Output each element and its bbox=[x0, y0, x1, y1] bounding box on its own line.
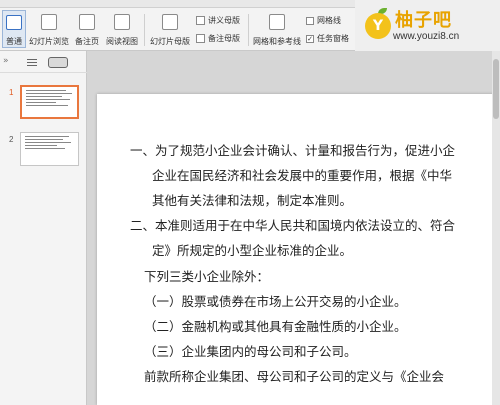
handout-master-button[interactable]: 讲义母版 bbox=[196, 14, 240, 27]
slide-sorter-icon bbox=[41, 14, 57, 30]
slide-master-button[interactable]: 幻灯片母版 bbox=[148, 10, 192, 48]
collapse-panel-icon[interactable]: » bbox=[3, 56, 9, 66]
panel-tabs: » bbox=[0, 51, 87, 73]
slide-canvas[interactable]: 一、为了规范小企业会计确认、计量和报告行为，促进小企 企业在国民经济和社会发展中… bbox=[97, 94, 500, 405]
slide-text-line[interactable]: 定》所规定的小型企业标准的企业。 bbox=[152, 240, 352, 259]
grid-guides-button[interactable]: 网格和参考线 bbox=[252, 10, 302, 48]
normal-view-label: 普通 bbox=[6, 37, 22, 46]
notes-page-button[interactable]: 备注页 bbox=[72, 10, 102, 48]
ribbon-divider bbox=[144, 14, 145, 46]
slide-text-line[interactable]: 前款所称企业集团、母公司和子公司的定义与《企业会 bbox=[144, 366, 444, 385]
grid-guides-icon bbox=[269, 14, 285, 30]
notes-master-icon bbox=[196, 34, 205, 43]
slide-thumbnail-panel: » 1 2 bbox=[0, 51, 87, 405]
reading-view-icon bbox=[114, 14, 130, 30]
gridlines-checkbox[interactable]: 网格线 bbox=[306, 14, 341, 27]
slide-text-line[interactable]: 其他有关法律和法规，制定本准则。 bbox=[152, 190, 352, 209]
brand-logo: Y bbox=[365, 13, 391, 39]
slide-text-line[interactable]: 企业在国民经济和社会发展中的重要作用，根据《中华 bbox=[152, 165, 452, 184]
handout-master-icon bbox=[196, 16, 205, 25]
gridlines-check-icon bbox=[306, 16, 314, 25]
slide-master-label: 幻灯片母版 bbox=[150, 37, 190, 46]
slide-thumbnail-2[interactable] bbox=[20, 132, 79, 166]
notes-page-icon bbox=[79, 14, 95, 30]
notes-page-label: 备注页 bbox=[75, 37, 99, 46]
slides-tab-icon[interactable] bbox=[48, 57, 68, 68]
slide-text-line[interactable]: 二、本准则适用于在中华人民共和国境内依法设立的、符合 bbox=[130, 215, 455, 234]
vertical-scrollbar[interactable] bbox=[492, 51, 500, 405]
watermark-name: 柚子吧 bbox=[395, 10, 452, 31]
slide-thumbnail-1[interactable] bbox=[20, 85, 79, 119]
reading-view-button[interactable]: 阅读视图 bbox=[104, 10, 140, 48]
slide-text-line[interactable]: 下列三类小企业除外： bbox=[144, 266, 269, 285]
slide-sorter-button[interactable]: 幻灯片浏览 bbox=[28, 10, 70, 48]
checkmark-icon: ✓ bbox=[306, 34, 314, 43]
slide-sorter-label: 幻灯片浏览 bbox=[29, 37, 69, 46]
reading-view-label: 阅读视图 bbox=[106, 37, 138, 46]
taskpane-label: 任务窗格 bbox=[317, 34, 349, 43]
slide-text-line[interactable]: （三）企业集团内的母公司和子公司。 bbox=[144, 341, 357, 360]
handout-master-label: 讲义母版 bbox=[208, 16, 240, 25]
notes-master-button[interactable]: 备注母版 bbox=[196, 32, 240, 45]
thumbnail-number: 1 bbox=[9, 88, 14, 97]
notes-master-label: 备注母版 bbox=[208, 34, 240, 43]
thumbnail-number: 2 bbox=[9, 135, 14, 144]
scrollbar-thumb[interactable] bbox=[493, 59, 499, 119]
slide-text-line[interactable]: （二）金融机构或其他具有金融性质的小企业。 bbox=[144, 316, 407, 335]
slide-text-line[interactable]: 一、为了规范小企业会计确认、计量和报告行为，促进小企 bbox=[130, 140, 455, 159]
grid-guides-label: 网格和参考线 bbox=[253, 37, 301, 46]
slide-editing-area: 一、为了规范小企业会计确认、计量和报告行为，促进小企 企业在国民经济和社会发展中… bbox=[87, 51, 500, 405]
slide-master-icon bbox=[162, 14, 178, 30]
site-watermark: Y 柚子吧 www.youzi8.cn bbox=[355, 0, 500, 51]
normal-view-icon bbox=[6, 15, 22, 30]
slide-text-line[interactable]: （一）股票或债券在市场上公开交易的小企业。 bbox=[144, 291, 407, 310]
gridlines-label: 网格线 bbox=[317, 16, 341, 25]
watermark-url: www.youzi8.cn bbox=[393, 31, 460, 42]
ribbon-divider bbox=[248, 14, 249, 46]
normal-view-button[interactable]: 普通 bbox=[2, 10, 26, 48]
taskpane-checkbox[interactable]: ✓ 任务窗格 bbox=[306, 32, 349, 45]
outline-tab-icon[interactable] bbox=[27, 59, 37, 66]
